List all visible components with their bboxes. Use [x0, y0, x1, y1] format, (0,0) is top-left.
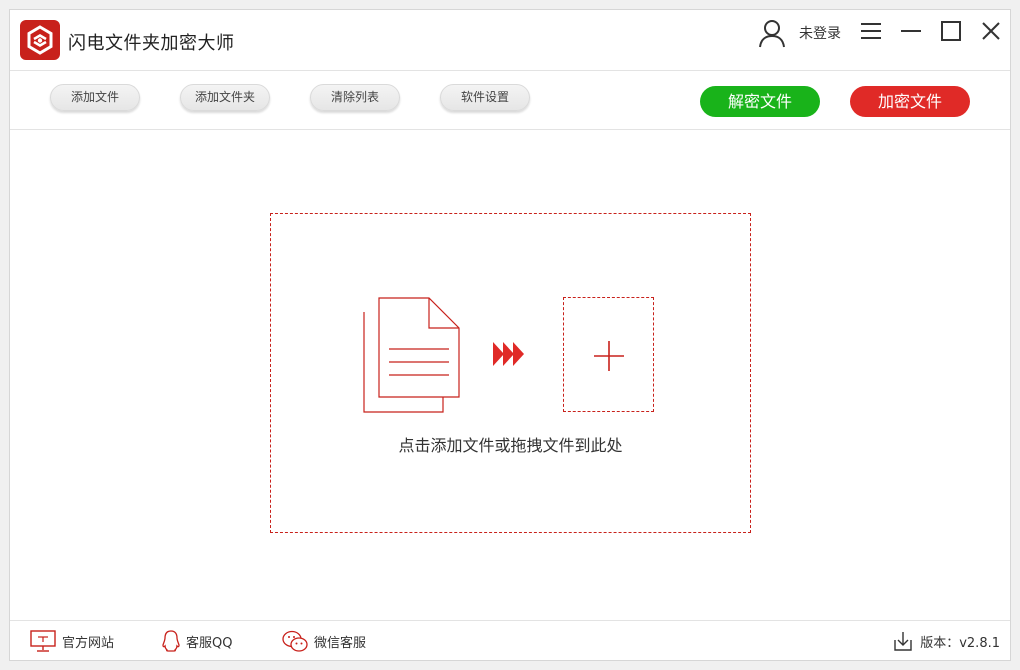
qq-support-link[interactable]: 客服QQ: [162, 629, 232, 653]
version-info[interactable]: 版本：v2.8.1: [894, 629, 1000, 653]
document-icon: [363, 297, 460, 413]
logo-icon: [20, 20, 60, 60]
qq-icon: [162, 630, 180, 652]
decrypt-button[interactable]: 解密文件: [700, 86, 820, 117]
app-window: 闪电文件夹加密大师 未登录 添加文件 添加文件夹 清除列表 软件设置 解密文件 …: [9, 9, 1011, 661]
qq-label: 客服QQ: [186, 635, 233, 651]
encrypt-button[interactable]: 加密文件: [850, 86, 970, 117]
minimize-icon[interactable]: [900, 21, 922, 41]
plus-icon: [594, 341, 624, 371]
menu-icon[interactable]: [860, 21, 882, 41]
arrow-forward-icon: [493, 342, 524, 366]
file-drop-zone[interactable]: 点击添加文件或拖拽文件到此处: [270, 213, 751, 533]
version-label: 版本：v2.8.1: [920, 635, 1000, 651]
clear-list-button[interactable]: 清除列表: [310, 84, 400, 111]
close-icon[interactable]: [981, 21, 1001, 41]
app-title: 闪电文件夹加密大师: [68, 33, 235, 54]
wechat-icon: [282, 630, 308, 652]
add-file-target[interactable]: [563, 297, 654, 412]
wechat-label: 微信客服: [314, 635, 367, 651]
website-label: 官方网站: [62, 635, 115, 651]
monitor-icon: [30, 630, 56, 652]
title-bar: 闪电文件夹加密大师 未登录: [10, 10, 1010, 70]
login-link[interactable]: 未登录: [799, 23, 841, 43]
user-icon[interactable]: [758, 18, 786, 48]
add-file-button[interactable]: 添加文件: [50, 84, 140, 111]
drop-hint-text: 点击添加文件或拖拽文件到此处: [398, 436, 623, 455]
maximize-icon[interactable]: [940, 20, 962, 42]
add-folder-button[interactable]: 添加文件夹: [180, 84, 270, 111]
status-bar: 官方网站 客服QQ 微信客服 版本：v2.8.1: [10, 620, 1010, 661]
settings-button[interactable]: 软件设置: [440, 84, 530, 111]
download-icon: [894, 632, 912, 651]
toolbar: 添加文件 添加文件夹 清除列表 软件设置 解密文件 加密文件: [10, 70, 1010, 130]
wechat-support-link[interactable]: 微信客服: [282, 629, 366, 653]
website-link[interactable]: 官方网站: [30, 629, 114, 653]
